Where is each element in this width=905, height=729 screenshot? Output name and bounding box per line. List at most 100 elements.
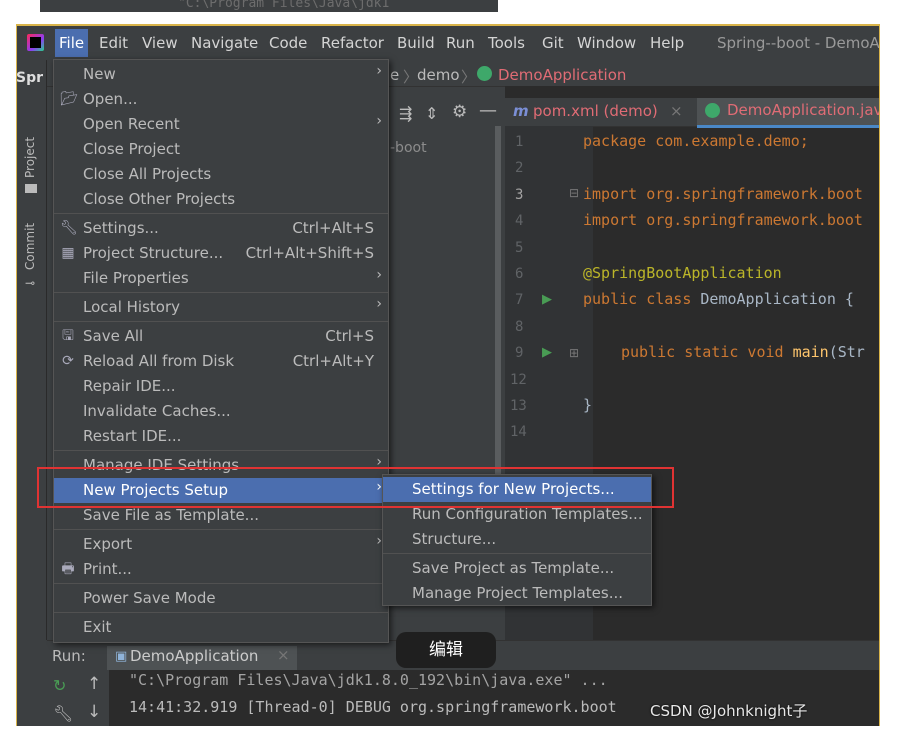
- menu-item-save-all[interactable]: 🖫︎ Save All Ctrl+S: [54, 324, 388, 349]
- wrench-icon[interactable]: 🔧︎: [53, 704, 73, 723]
- menu-item-exit[interactable]: Exit: [54, 615, 388, 640]
- menu-separator: [54, 292, 388, 293]
- tab-demo-application-label: DemoApplication.java: [727, 101, 880, 119]
- left-tool-strip: Spr Project Commit ⊸: [17, 60, 47, 640]
- previous-window-strip: "C:\Program Files\Java\jdk1: [40, 0, 498, 12]
- menu-item-open[interactable]: 📂︎ Open...: [54, 87, 388, 112]
- menu-navigate[interactable]: Navigate: [191, 34, 258, 52]
- menu-item-repair-ide[interactable]: Repair IDE...: [54, 374, 388, 399]
- breadcrumb-demo[interactable]: demo: [417, 66, 460, 84]
- console-icon: ▣: [115, 649, 128, 664]
- gear-icon[interactable]: ⚙: [452, 102, 467, 122]
- menu-separator: [54, 529, 388, 530]
- submenu-item-manage-project-templates[interactable]: Manage Project Templates...: [383, 581, 651, 606]
- menu-edit[interactable]: Edit: [99, 34, 128, 52]
- breadcrumb-separator-icon: 〉: [461, 68, 477, 86]
- fold-icon[interactable]: ⊞: [569, 346, 579, 360]
- project-scrollbar[interactable]: [495, 126, 501, 476]
- menu-window[interactable]: Window: [577, 34, 636, 52]
- save-icon: 🖫︎: [62, 328, 74, 344]
- window-title: Spring--boot - DemoA: [717, 34, 880, 52]
- code-line: import org.springframework.boot: [583, 185, 863, 203]
- commit-icon: ⊸: [25, 276, 36, 290]
- menu-help[interactable]: Help: [650, 34, 684, 52]
- folder-icon: [25, 184, 37, 193]
- menu-item-reload-all[interactable]: ⟳ Reload All from Disk Ctrl+Alt+Y: [54, 349, 388, 374]
- menu-item-power-save-mode[interactable]: Power Save Mode: [54, 586, 388, 611]
- expand-icon[interactable]: ⇕: [425, 104, 438, 123]
- code-line: }: [583, 396, 593, 414]
- close-tab-icon[interactable]: ×: [670, 102, 683, 120]
- menu-git[interactable]: Git: [542, 34, 564, 52]
- menu-item-new[interactable]: New ›: [54, 62, 388, 87]
- menu-build[interactable]: Build: [397, 34, 435, 52]
- line-number: 13: [510, 398, 527, 414]
- rerun-icon[interactable]: ↻: [53, 676, 66, 695]
- project-tool-tab[interactable]: Project: [23, 137, 37, 178]
- commit-tool-tab[interactable]: Commit: [23, 223, 37, 270]
- code-line: package com.example.demo;: [583, 132, 809, 150]
- menu-code[interactable]: Code: [269, 34, 307, 52]
- collapse-all-icon[interactable]: ⇶: [399, 104, 412, 123]
- line-number: 3: [515, 187, 524, 203]
- menu-bar: IJ File Edit View Navigate Code Refactor…: [17, 26, 879, 60]
- menu-item-close-project[interactable]: Close Project: [54, 137, 388, 162]
- folder-open-icon: 📂︎: [60, 91, 78, 107]
- submenu-item-structure[interactable]: Structure...: [383, 527, 651, 552]
- run-tab-label: DemoApplication: [130, 647, 259, 665]
- line-number: 7: [515, 292, 524, 308]
- menu-item-local-history[interactable]: Local History ›: [54, 295, 388, 320]
- code-line: public class DemoApplication {: [583, 290, 854, 308]
- menu-item-invalidate-caches[interactable]: Invalidate Caches...: [54, 399, 388, 424]
- menu-separator: [54, 321, 388, 322]
- menu-run[interactable]: Run: [446, 34, 475, 52]
- project-tree-item[interactable]: -boot: [390, 140, 427, 156]
- edit-tooltip[interactable]: 编辑: [396, 632, 496, 668]
- menu-view[interactable]: View: [142, 34, 178, 52]
- previous-window-text: "C:\Program Files\Java\jdk1: [178, 0, 390, 11]
- line-number: 4: [515, 213, 524, 229]
- intellij-logo-icon: IJ: [27, 34, 44, 51]
- menu-tools[interactable]: Tools: [488, 34, 525, 52]
- line-number: 14: [510, 424, 527, 440]
- breadcrumb-class[interactable]: DemoApplication: [498, 66, 626, 84]
- menu-item-settings[interactable]: 🔧︎ Settings... Ctrl+Alt+S: [54, 216, 388, 241]
- run-gutter-icon[interactable]: ▶: [542, 292, 552, 307]
- menu-item-file-properties[interactable]: File Properties ›: [54, 266, 388, 291]
- menu-item-print[interactable]: 🖶︎ Print...: [54, 557, 388, 582]
- menu-item-export[interactable]: Export ›: [54, 532, 388, 557]
- spring-class-icon: [477, 66, 492, 81]
- line-number: 12: [510, 372, 527, 388]
- menu-item-restart-ide[interactable]: Restart IDE...: [54, 424, 388, 449]
- hide-icon[interactable]: —: [479, 100, 497, 121]
- line-number: 2: [515, 160, 524, 176]
- line-number: 8: [515, 319, 524, 335]
- down-arrow-icon[interactable]: ↓: [87, 702, 101, 722]
- menu-item-close-other-projects[interactable]: Close Other Projects: [54, 187, 388, 212]
- submenu-item-save-project-as-template[interactable]: Save Project as Template...: [383, 556, 651, 581]
- menu-refactor[interactable]: Refactor: [321, 34, 384, 52]
- menu-separator: [54, 213, 388, 214]
- console-line: "C:\Program Files\Java\jdk1.8.0_192\bin\…: [129, 671, 608, 689]
- project-structure-icon: ▦: [61, 245, 75, 261]
- code-line: @SpringBootApplication: [583, 264, 782, 282]
- menu-separator: [54, 583, 388, 584]
- run-gutter-icon[interactable]: ▶: [542, 345, 552, 360]
- run-label: Run:: [52, 647, 86, 665]
- up-arrow-icon[interactable]: ↑: [87, 674, 101, 694]
- menu-separator: [383, 553, 651, 554]
- code-line: import org.springframework.boot: [583, 211, 863, 229]
- menu-item-close-all-projects[interactable]: Close All Projects: [54, 162, 388, 187]
- tab-pom[interactable]: pom.xml (demo): [533, 102, 658, 120]
- line-number: 6: [515, 266, 524, 282]
- close-tab-icon[interactable]: ×: [277, 646, 290, 664]
- tab-demo-application-active[interactable]: DemoApplication.java: [697, 98, 879, 128]
- menu-item-project-structure[interactable]: ▦ Project Structure... Ctrl+Alt+Shift+S: [54, 241, 388, 266]
- breadcrumb-part1[interactable]: e: [390, 66, 399, 84]
- watermark: CSDN @Johnknight子: [650, 702, 808, 720]
- ide-window: IJ File Edit View Navigate Code Refactor…: [16, 24, 880, 726]
- console-line: 14:41:32.919 [Thread-0] DEBUG org.spring…: [129, 698, 617, 716]
- menu-file[interactable]: File: [55, 29, 89, 57]
- fold-icon[interactable]: ⊟: [569, 186, 579, 200]
- menu-item-open-recent[interactable]: Open Recent ›: [54, 112, 388, 137]
